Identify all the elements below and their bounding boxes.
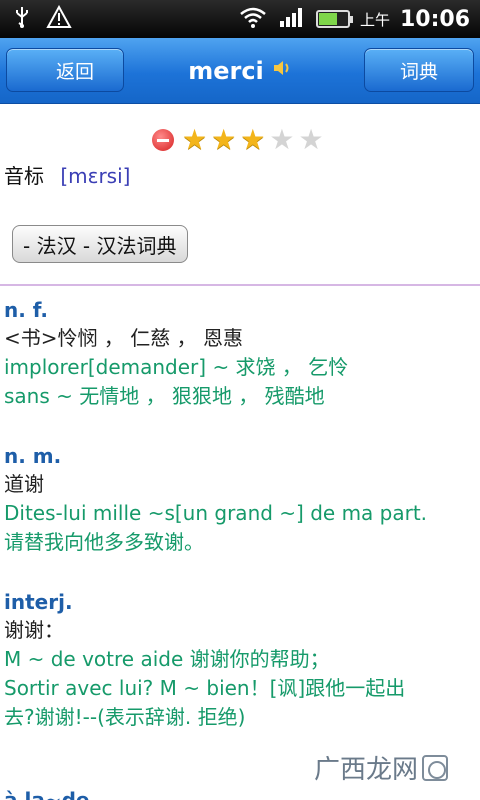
remove-rating-icon[interactable] — [152, 129, 174, 151]
definition-entry: n. m. 道谢 Dites-lui mille ~s[un grand ~] … — [4, 442, 474, 557]
dictionary-button[interactable]: 词典 — [364, 48, 474, 92]
speaker-icon[interactable] — [272, 58, 292, 84]
star-icon[interactable]: ★ — [269, 126, 294, 154]
star-icon[interactable]: ★ — [298, 126, 323, 154]
entry-content[interactable]: ★ ★ ★ ★ ★ 音标 [mɛrsi] - 法汉 - 汉法词典 n. f. <… — [0, 104, 480, 800]
watermark-text: 广西龙网 — [313, 755, 418, 785]
definition-entry: n. f. <书>怜悯 ， 仁慈 ， 恩惠 implorer[demander]… — [4, 296, 474, 411]
rating: ★ ★ ★ ★ ★ — [152, 126, 324, 154]
status-time: 10:06 — [399, 6, 470, 32]
star-icon[interactable]: ★ — [240, 126, 265, 154]
example-line: Sortir avec lui? M ~ bien！[讽]跟他一起出 — [4, 676, 406, 700]
part-of-speech: n. m. — [4, 444, 62, 468]
dictionary-source-button[interactable]: - 法汉 - 汉法词典 — [12, 225, 188, 263]
wifi-icon — [238, 5, 268, 33]
example-line: sans ~ 无情地 ， 狠狠地 ， 残酷地 — [4, 384, 325, 408]
title-bar: 返回 merci 词典 — [0, 38, 480, 104]
usb-icon — [12, 5, 32, 33]
signal-icon — [278, 5, 306, 33]
part-of-speech: à la~de — [4, 788, 90, 800]
title-group: merci — [150, 38, 330, 104]
status-ampm: 上午 — [359, 10, 390, 29]
back-button-label: 返回 — [55, 60, 94, 83]
example-line: implorer[demander] ~ 求饶 ， 乞怜 — [4, 355, 349, 379]
status-bar: 上午 10:06 — [0, 0, 480, 38]
phonetic-label: 音标 — [4, 164, 44, 188]
star-icon[interactable]: ★ — [211, 126, 236, 154]
divider — [0, 284, 480, 286]
definition-line: 道谢 — [4, 472, 44, 496]
phonetic-row: 音标 [mɛrsi] — [4, 160, 130, 189]
definition-line: <书>怜悯 ， 仁慈 ， 恩惠 — [4, 326, 243, 350]
battery-icon — [315, 10, 353, 28]
watermark: 广西龙网 — [314, 749, 448, 786]
phonetic-value: [mɛrsi] — [60, 164, 131, 188]
part-of-speech: n. f. — [4, 298, 49, 322]
page-title: merci — [188, 57, 264, 85]
example-line: Dites-lui mille ~s[un grand ~] de ma par… — [4, 501, 428, 525]
example-line: 去?谢谢!--(表示辞谢. 拒绝) — [4, 705, 246, 729]
example-line: 请替我向他多多致谢。 — [4, 530, 204, 554]
dictionary-button-label: 词典 — [399, 60, 438, 83]
warning-icon — [46, 4, 72, 33]
watermark-logo-icon — [422, 754, 448, 781]
back-button[interactable]: 返回 — [6, 48, 124, 92]
example-line: M ~ de votre aide 谢谢你的帮助； — [4, 647, 330, 671]
definition-entry: à la~de — [4, 786, 474, 800]
definition-entry: interj. 谢谢： M ~ de votre aide 谢谢你的帮助； So… — [4, 588, 474, 732]
part-of-speech: interj. — [4, 590, 73, 614]
definition-line: 谢谢： — [4, 618, 64, 642]
star-icon[interactable]: ★ — [182, 126, 207, 154]
